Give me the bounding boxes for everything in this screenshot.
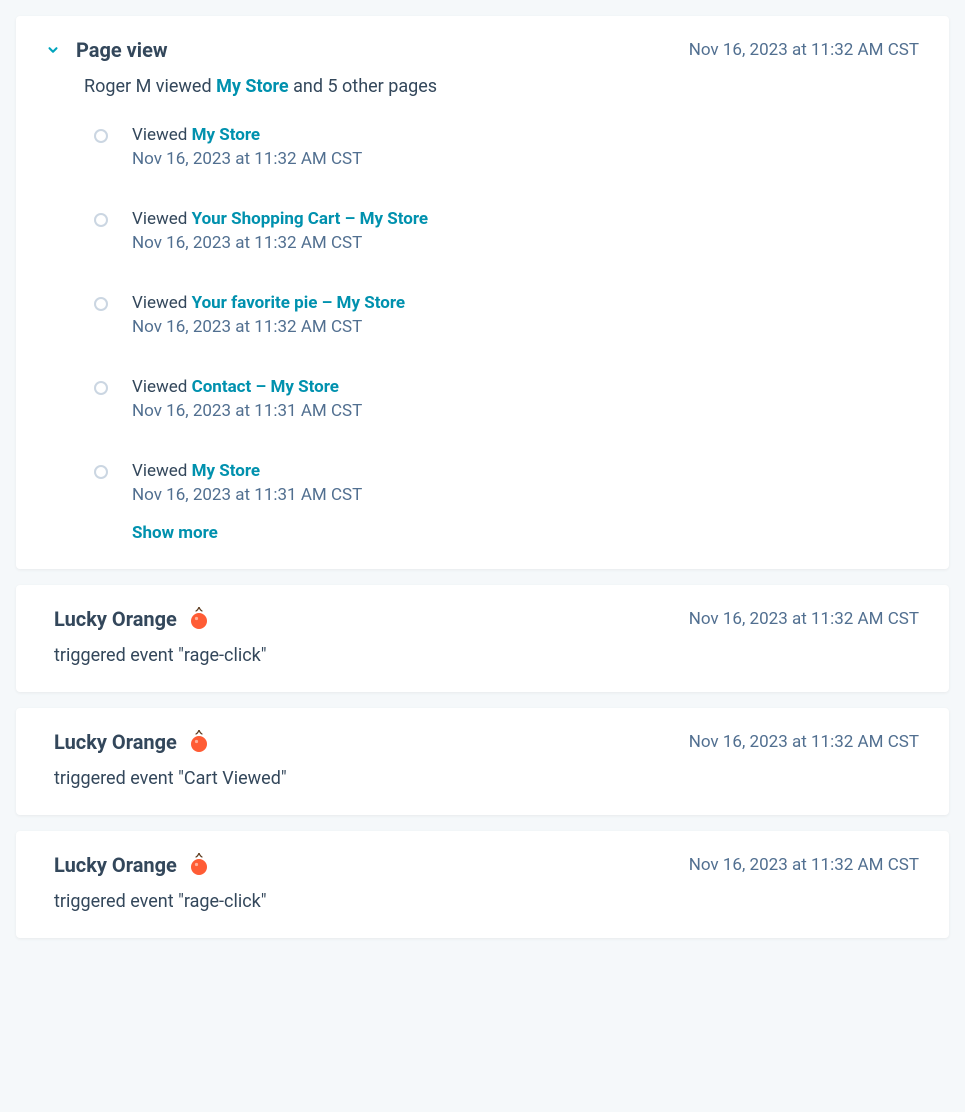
- event-title: Lucky Orange: [54, 853, 177, 877]
- timeline-item-timestamp: Nov 16, 2023 at 11:32 AM CST: [132, 317, 405, 337]
- timeline-item: Viewed Contact – My Store Nov 16, 2023 a…: [94, 377, 919, 461]
- timeline-content: Viewed My Store Nov 16, 2023 at 11:32 AM…: [132, 125, 362, 169]
- event-timestamp: Nov 16, 2023 at 11:32 AM CST: [689, 609, 919, 629]
- viewed-prefix: Viewed: [132, 125, 192, 145]
- event-description: triggered event "Cart Viewed": [54, 768, 919, 789]
- viewed-prefix: Viewed: [132, 461, 192, 481]
- timeline-viewed-line: Viewed Your favorite pie – My Store: [132, 293, 405, 313]
- timeline-item: Viewed My Store Nov 16, 2023 at 11:32 AM…: [94, 125, 919, 209]
- timeline-dot-icon: [94, 465, 108, 479]
- timeline-content: Viewed Your favorite pie – My Store Nov …: [132, 293, 405, 337]
- timeline-item-timestamp: Nov 16, 2023 at 11:32 AM CST: [132, 149, 362, 169]
- event-card: Lucky Orange Nov 16, 2023 at 11:32 AM CS…: [16, 708, 949, 815]
- show-more-button[interactable]: Show more: [132, 523, 218, 543]
- viewed-prefix: Viewed: [132, 377, 192, 397]
- timeline-item-timestamp: Nov 16, 2023 at 11:31 AM CST: [132, 485, 362, 505]
- event-description: triggered event "rage-click": [54, 891, 919, 912]
- timeline-item: Viewed Your favorite pie – My Store Nov …: [94, 293, 919, 377]
- event-title: Lucky Orange: [54, 607, 177, 631]
- event-timestamp: Nov 16, 2023 at 11:32 AM CST: [689, 732, 919, 752]
- page-view-header: Page view Nov 16, 2023 at 11:32 AM CST: [46, 38, 919, 62]
- page-view-title: Page view: [76, 38, 168, 62]
- page-view-card: Page view Nov 16, 2023 at 11:32 AM CST R…: [16, 16, 949, 569]
- timeline-dot-icon: [94, 213, 108, 227]
- page-link[interactable]: Your favorite pie – My Store: [192, 293, 406, 313]
- page-link[interactable]: My Store: [192, 461, 261, 481]
- event-card: Lucky Orange Nov 16, 2023 at 11:32 AM CS…: [16, 585, 949, 692]
- page-link[interactable]: Contact – My Store: [192, 377, 339, 397]
- event-header: Lucky Orange Nov 16, 2023 at 11:32 AM CS…: [54, 730, 919, 754]
- timeline-dot-icon: [94, 297, 108, 311]
- event-title: Lucky Orange: [54, 730, 177, 754]
- event-description: triggered event "rage-click": [54, 645, 919, 666]
- timeline-dot-icon: [94, 129, 108, 143]
- lucky-orange-icon: [189, 853, 209, 877]
- event-header: Lucky Orange Nov 16, 2023 at 11:32 AM CS…: [54, 853, 919, 877]
- timeline-viewed-line: Viewed My Store: [132, 125, 362, 145]
- timeline-viewed-line: Viewed Contact – My Store: [132, 377, 362, 397]
- event-card: Lucky Orange Nov 16, 2023 at 11:32 AM CS…: [16, 831, 949, 938]
- timeline-content: Viewed Contact – My Store Nov 16, 2023 a…: [132, 377, 362, 421]
- timeline-item-timestamp: Nov 16, 2023 at 11:31 AM CST: [132, 401, 362, 421]
- lucky-orange-icon: [189, 607, 209, 631]
- chevron-down-icon[interactable]: [46, 43, 60, 57]
- timeline-item: Viewed Your Shopping Cart – My Store Nov…: [94, 209, 919, 293]
- page-link[interactable]: My Store: [192, 125, 261, 145]
- lucky-orange-icon: [189, 730, 209, 754]
- timeline-viewed-line: Viewed My Store: [132, 461, 362, 481]
- timeline-dot-icon: [94, 381, 108, 395]
- page-link[interactable]: Your Shopping Cart – My Store: [192, 209, 429, 229]
- page-view-timeline: Viewed My Store Nov 16, 2023 at 11:32 AM…: [94, 125, 919, 523]
- event-header: Lucky Orange Nov 16, 2023 at 11:32 AM CS…: [54, 607, 919, 631]
- timeline-viewed-line: Viewed Your Shopping Cart – My Store: [132, 209, 428, 229]
- page-view-timestamp: Nov 16, 2023 at 11:32 AM CST: [689, 40, 919, 60]
- timeline-content: Viewed Your Shopping Cart – My Store Nov…: [132, 209, 428, 253]
- timeline-content: Viewed My Store Nov 16, 2023 at 11:31 AM…: [132, 461, 362, 505]
- viewed-prefix: Viewed: [132, 209, 192, 229]
- summary-prefix: Roger M viewed: [84, 76, 216, 97]
- summary-suffix: and 5 other pages: [289, 76, 437, 97]
- timeline-item: Viewed My Store Nov 16, 2023 at 11:31 AM…: [94, 461, 919, 523]
- summary-link[interactable]: My Store: [216, 76, 289, 97]
- page-view-summary: Roger M viewed My Store and 5 other page…: [84, 76, 919, 97]
- timeline-item-timestamp: Nov 16, 2023 at 11:32 AM CST: [132, 233, 428, 253]
- event-timestamp: Nov 16, 2023 at 11:32 AM CST: [689, 855, 919, 875]
- viewed-prefix: Viewed: [132, 293, 192, 313]
